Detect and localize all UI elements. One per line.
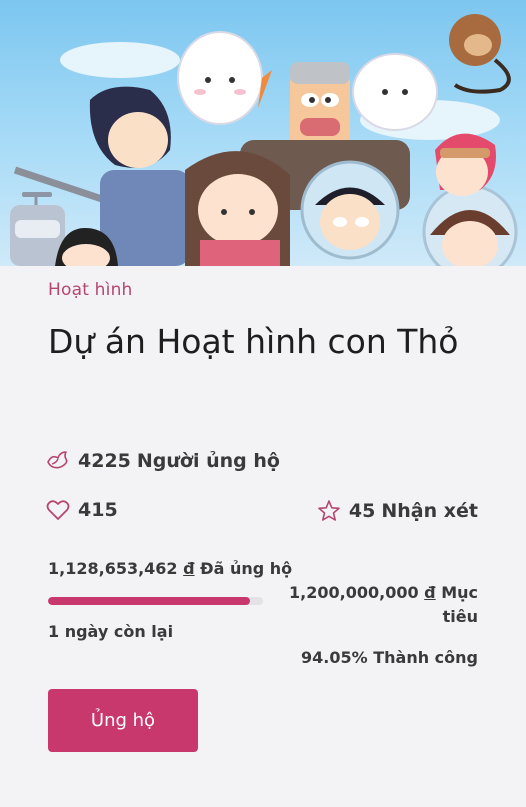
success-percentage: 94.05% Thành công <box>301 648 478 667</box>
star-icon[interactable] <box>317 499 341 523</box>
raised-amount: 1,128,653,462 <box>48 559 178 578</box>
dove-icon <box>47 451 68 469</box>
project-banner-image <box>0 0 526 266</box>
heart-icon[interactable] <box>46 499 70 521</box>
time-remaining: 1 ngày còn lại <box>48 622 174 641</box>
project-category[interactable]: Hoạt hình <box>48 280 133 300</box>
funding-progress-bar <box>48 597 263 605</box>
goal-amount-row: 1,200,000,000 đ Mục tiêu <box>268 581 478 629</box>
goal-label: Mục tiêu <box>441 583 478 626</box>
raised-label: Đã ủng hộ <box>200 559 293 578</box>
backers-label: Người ủng hộ <box>136 450 280 472</box>
likes-row[interactable]: 415 <box>46 499 118 521</box>
backers-count: 4225 <box>78 450 131 472</box>
backers-count-row: 4225 Người ủng hộ <box>46 450 280 472</box>
raised-amount-row: 1,128,653,462 đ Đã ủng hộ <box>48 559 292 578</box>
reviews-label: Nhận xét <box>381 500 478 522</box>
reviews-count: 45 <box>348 500 376 522</box>
project-title: Dự án Hoạt hình con Thỏ <box>48 322 459 361</box>
likes-count: 415 <box>78 499 118 521</box>
reviews-row[interactable]: 45 Nhận xét <box>317 499 478 523</box>
funding-progress-fill <box>48 597 251 605</box>
currency-symbol: đ <box>183 559 195 578</box>
goal-currency-symbol: đ <box>424 583 436 602</box>
support-button[interactable]: Ủng hộ <box>48 689 198 752</box>
goal-amount: 1,200,000,000 <box>289 583 419 602</box>
